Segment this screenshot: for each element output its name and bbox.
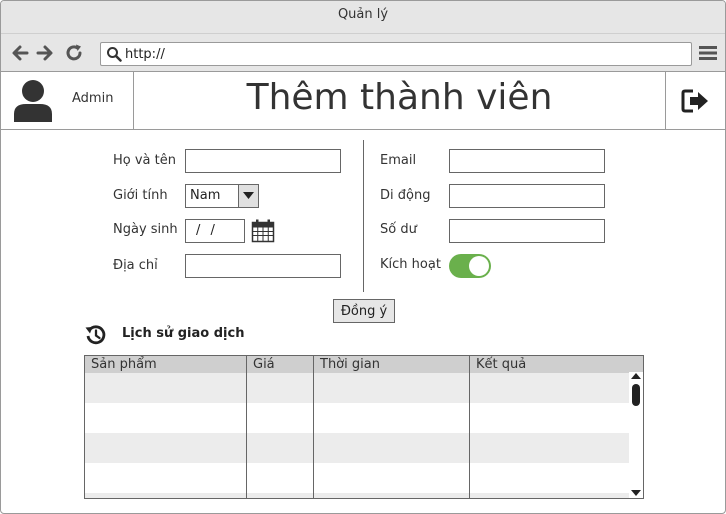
- forward-arrow-icon[interactable]: [35, 43, 55, 63]
- scroll-down-icon[interactable]: [631, 490, 641, 497]
- gender-label: Giới tính: [113, 188, 168, 203]
- user-panel: Admin: [1, 72, 134, 129]
- logout-icon: [681, 89, 708, 113]
- table-row[interactable]: [85, 493, 629, 498]
- gender-selected-value: Nam: [190, 188, 221, 203]
- dob-input[interactable]: / /: [185, 219, 245, 243]
- table-row[interactable]: [85, 373, 629, 403]
- column-header-time: Thời gian: [320, 357, 380, 372]
- user-avatar-icon: [14, 80, 52, 122]
- column-divider: [313, 356, 314, 498]
- history-title: Lịch sử giao dịch: [122, 326, 245, 341]
- user-name: Admin: [72, 91, 114, 106]
- table-row[interactable]: [85, 433, 629, 463]
- table-row[interactable]: [85, 403, 629, 433]
- page-header: Admin Thêm thành viên: [1, 72, 725, 130]
- balance-label: Số dư: [380, 222, 417, 237]
- window-title: Quản lý: [1, 1, 725, 34]
- logout-button[interactable]: [665, 72, 725, 129]
- back-arrow-icon[interactable]: [10, 43, 30, 63]
- address-bar[interactable]: [100, 42, 692, 66]
- table-row[interactable]: [85, 463, 629, 493]
- balance-input[interactable]: [449, 219, 605, 243]
- column-divider: [363, 140, 364, 292]
- dob-label: Ngày sinh: [113, 222, 178, 237]
- active-label: Kích hoạt: [380, 257, 441, 272]
- history-icon: [85, 325, 106, 345]
- phone-input[interactable]: [449, 184, 605, 208]
- browser-window: Quản lý http:// Admin Thêm thành viên Họ…: [0, 0, 726, 514]
- dropdown-button[interactable]: [238, 185, 258, 207]
- submit-button[interactable]: Đồng ý: [333, 299, 395, 323]
- calendar-icon[interactable]: [251, 219, 275, 243]
- history-table[interactable]: Sản phẩm Giá Thời gian Kết quả: [84, 355, 644, 499]
- page-title: Thêm thành viên: [246, 77, 553, 118]
- table-header: Sản phẩm Giá Thời gian Kết quả: [85, 356, 643, 373]
- column-header-product: Sản phẩm: [91, 357, 157, 372]
- toggle-knob: [469, 256, 489, 276]
- search-icon: [107, 47, 122, 62]
- url-input[interactable]: [125, 44, 685, 64]
- column-header-price: Giá: [253, 357, 275, 372]
- email-input[interactable]: [449, 149, 605, 173]
- fullname-input[interactable]: [185, 149, 341, 173]
- column-header-result: Kết quả: [476, 357, 527, 372]
- column-divider: [469, 356, 470, 498]
- column-divider: [246, 356, 247, 498]
- table-scrollbar[interactable]: [629, 372, 643, 498]
- address-label: Địa chỉ: [113, 258, 158, 273]
- active-toggle[interactable]: [449, 254, 491, 278]
- address-input[interactable]: [185, 254, 341, 278]
- chevron-down-icon: [243, 192, 254, 199]
- scrollbar-thumb[interactable]: [632, 384, 640, 406]
- fullname-label: Họ và tên: [113, 153, 176, 168]
- gender-select[interactable]: Nam: [185, 184, 259, 208]
- refresh-icon[interactable]: [64, 43, 84, 63]
- scroll-up-icon[interactable]: [631, 373, 641, 380]
- email-label: Email: [380, 153, 417, 168]
- hamburger-menu-icon[interactable]: [698, 44, 718, 62]
- browser-toolbar: [1, 34, 725, 72]
- phone-label: Di động: [380, 188, 431, 203]
